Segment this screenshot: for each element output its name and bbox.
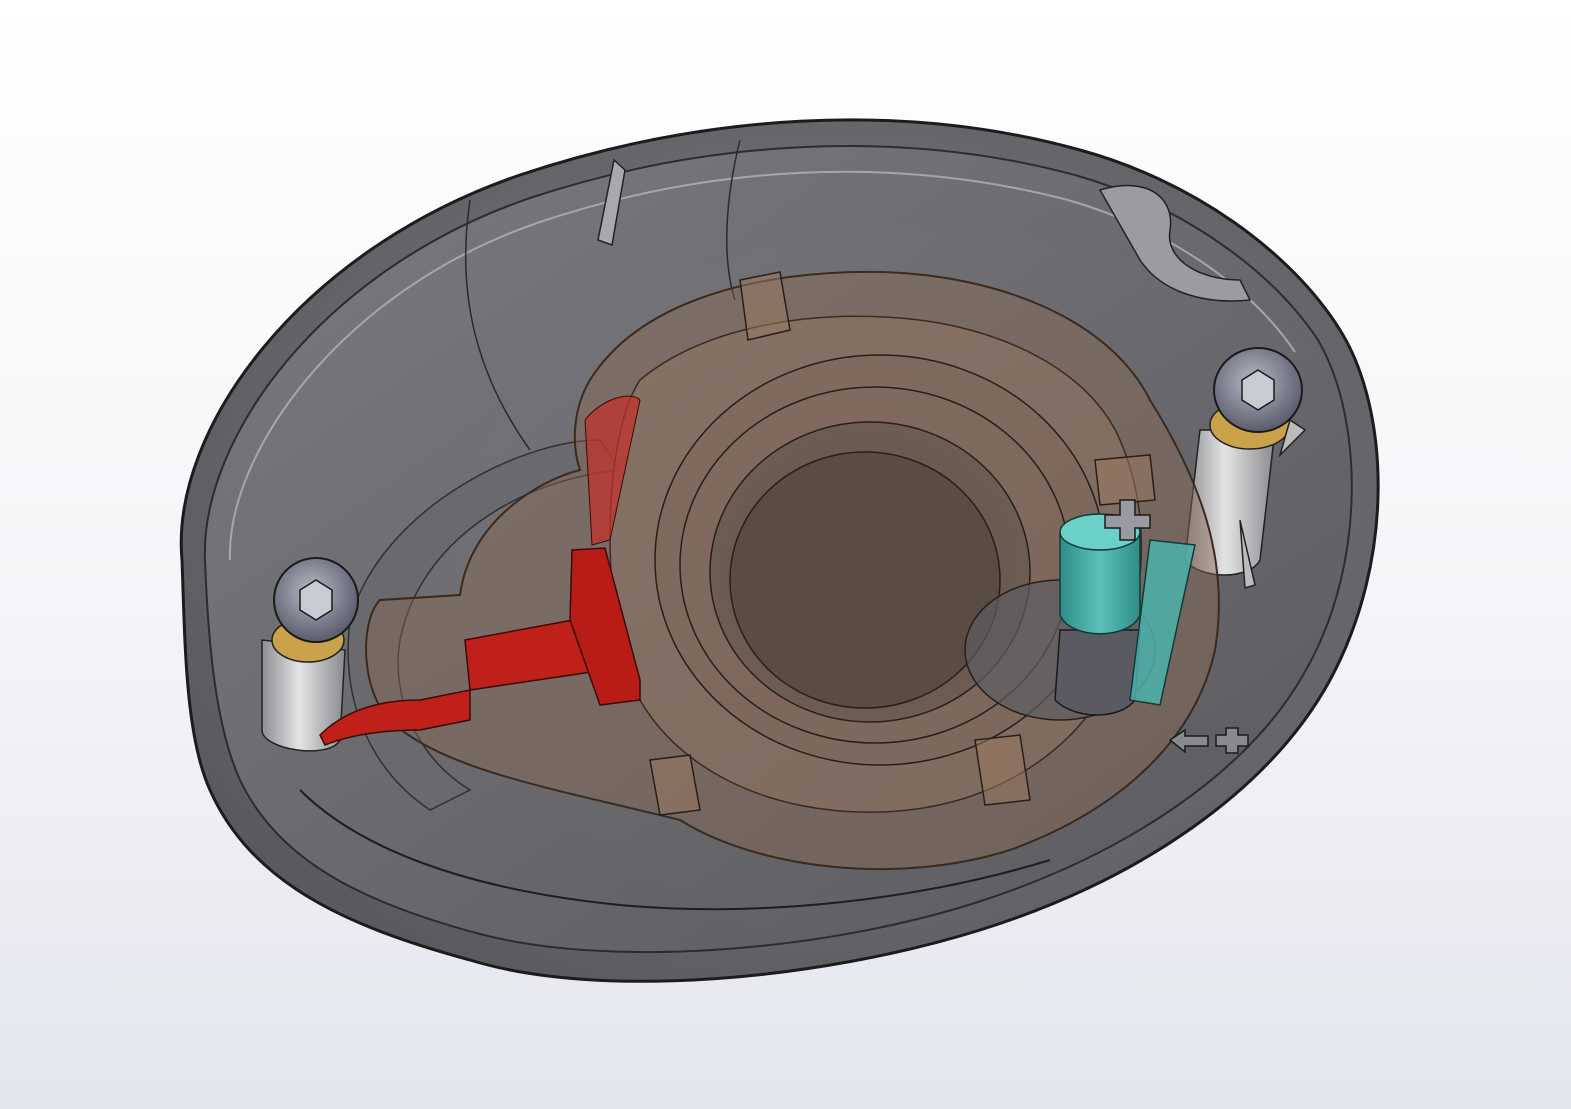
carrier-tab-top: [739, 271, 791, 341]
cad-viewport[interactable]: [0, 0, 1571, 1109]
carrier-center-disc: [729, 451, 1001, 709]
carrier-tab-bottom: [974, 734, 1031, 806]
teal-post-base: [1054, 629, 1141, 716]
carrier-tab-right: [1094, 454, 1156, 506]
cad-model-render: [179, 118, 1380, 983]
